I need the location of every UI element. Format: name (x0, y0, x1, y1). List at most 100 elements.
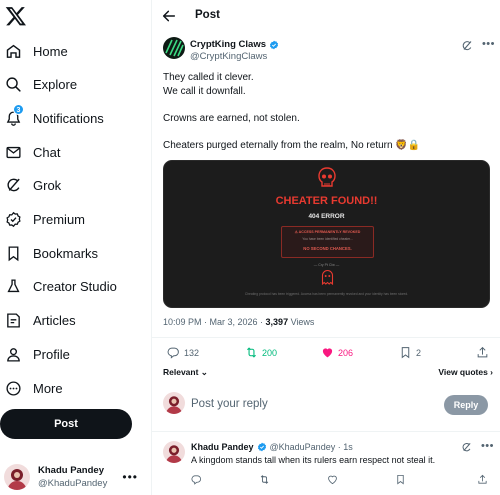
notification-badge: 3 (13, 104, 24, 115)
grok-icon[interactable] (461, 442, 472, 453)
media-box-line: You have been identified cheater... (302, 237, 353, 241)
share-icon[interactable] (477, 474, 488, 485)
sidebar-item-home[interactable]: Home (0, 36, 140, 66)
header: Post (152, 0, 500, 34)
tweet-timestamp[interactable]: 10:09 PM · Mar 3, 2026 · (163, 317, 266, 327)
reply-composer: Reply (163, 392, 494, 418)
tweet-actions: 132 200 206 2 (163, 346, 494, 362)
reply-text: A kingdom stands tall when its rulers ea… (191, 455, 436, 465)
home-icon (2, 40, 24, 62)
bookmark-icon[interactable] (395, 474, 406, 485)
reply-icon[interactable] (191, 474, 202, 485)
account-name: Khadu Pandey (38, 465, 104, 476)
sidebar-item-premium[interactable]: Premium (0, 204, 140, 234)
sidebar: Home Explore 3 Notifications Chat Grok P… (0, 0, 150, 495)
like-button[interactable]: 206 (321, 346, 353, 359)
sidebar-item-label: Profile (33, 346, 70, 362)
search-icon (2, 73, 24, 95)
post-button[interactable]: Post (0, 409, 132, 439)
author-name: CryptKing Claws (190, 39, 267, 50)
reply-input[interactable] (191, 395, 421, 413)
bell-icon: 3 (2, 104, 24, 129)
verified-badge-icon (269, 40, 279, 49)
sidebar-item-profile[interactable]: Profile (0, 339, 140, 369)
tweet-meta: 10:09 PM · Mar 3, 2026 · 3,397 Views (163, 317, 314, 327)
grok-icon[interactable] (461, 40, 473, 52)
tweet-paragraph: They called it clever. We call it downfa… (163, 72, 254, 97)
sidebar-item-label: Articles (33, 312, 76, 328)
ghost-icon (321, 270, 334, 285)
reply-tweet[interactable]: Khadu Pandey @KhaduPandey · 1s ••• A kin… (163, 440, 494, 495)
media-box-line: ⚠ ACCESS PERMANENTLY REVOKED (294, 230, 361, 234)
more-options-icon[interactable]: ••• (481, 440, 494, 452)
media-warning-box: ⚠ ACCESS PERMANENTLY REVOKED You have be… (281, 226, 374, 258)
media-error-code: 404 ERROR (308, 213, 345, 220)
x-logo-icon[interactable] (5, 5, 27, 27)
views-count: 3,397 (265, 317, 289, 327)
sidebar-item-label: More (33, 380, 63, 396)
views-label: Views (288, 317, 315, 327)
account-handle: @KhaduPandey (38, 478, 108, 489)
author-name-row[interactable]: CryptKing Claws (190, 39, 279, 50)
post-detail: Post CryptKing Claws @CryptKingClaws •••… (151, 0, 500, 495)
bookmark-button[interactable]: 2 (399, 346, 421, 359)
more-options-icon[interactable]: ••• (482, 38, 495, 50)
mail-icon (2, 141, 24, 163)
sidebar-item-label: Grok (33, 177, 62, 193)
divider (152, 431, 500, 432)
avatar[interactable] (163, 37, 185, 59)
grok-icon (2, 174, 24, 196)
heart-icon (322, 348, 333, 358)
share-button[interactable] (476, 346, 489, 359)
reply-author-name[interactable]: Khadu Pandey (191, 442, 254, 452)
repost-icon (247, 347, 256, 358)
sidebar-item-more[interactable]: More (0, 373, 140, 403)
like-count: 206 (338, 347, 354, 358)
reply-author-handle: @KhaduPandey · 1s (269, 442, 353, 452)
bookmark-count: 2 (416, 347, 422, 358)
replies-sort-dropdown[interactable]: Relevant ⌄ (163, 367, 208, 378)
reply-submit-button[interactable]: Reply (444, 395, 488, 415)
tweet-author: CryptKing Claws @CryptKingClaws ••• (163, 37, 495, 63)
sidebar-item-label: Creator Studio (33, 278, 117, 294)
sidebar-item-label: Premium (33, 211, 86, 227)
media-box-line: NO SECOND CHANCES. (303, 246, 352, 251)
tweet-text: They called it clever. We call it downfa… (163, 71, 488, 166)
account-switcher[interactable]: Khadu Pandey @KhaduPandey ••• (4, 462, 144, 492)
sidebar-item-label: Home (33, 43, 68, 59)
sidebar-item-label: Explore (33, 76, 78, 92)
sidebar-item-articles[interactable]: Articles (0, 305, 140, 335)
sidebar-item-label: Bookmarks (33, 245, 99, 261)
avatar (163, 392, 185, 414)
author-handle: @CryptKingClaws (190, 51, 268, 62)
bookmark-icon (2, 242, 24, 264)
tweet-image[interactable]: CHEATER FOUND!! 404 ERROR ⚠ ACCESS PERMA… (163, 160, 490, 308)
sidebar-item-chat[interactable]: Chat (0, 137, 140, 167)
verified-icon (2, 208, 24, 230)
sidebar-item-creator-studio[interactable]: Creator Studio (0, 271, 140, 301)
sidebar-item-grok[interactable]: Grok (0, 170, 140, 200)
back-arrow-icon[interactable] (161, 8, 177, 24)
reply-button[interactable]: 132 (167, 346, 199, 359)
sidebar-item-explore[interactable]: Explore (0, 69, 140, 99)
sidebar-item-label: Chat (33, 144, 61, 160)
sidebar-item-bookmarks[interactable]: Bookmarks (0, 238, 140, 268)
reply-actions (191, 474, 491, 486)
repost-icon[interactable] (259, 474, 270, 485)
skull-icon (318, 167, 336, 187)
avatar (4, 464, 30, 490)
view-quotes-link[interactable]: View quotes › (438, 367, 493, 377)
more-circle-icon (2, 377, 24, 399)
repost-count: 200 (262, 347, 278, 358)
heart-icon[interactable] (327, 474, 338, 485)
verified-badge-icon (257, 442, 266, 452)
page-title: Post (195, 9, 220, 21)
article-icon (2, 309, 24, 331)
reply-author-row: Khadu Pandey @KhaduPandey · 1s (191, 442, 353, 452)
sidebar-item-notifications[interactable]: 3 Notifications (0, 103, 140, 133)
avatar[interactable] (163, 441, 185, 463)
repost-button[interactable]: 200 (245, 346, 277, 359)
flask-icon (2, 275, 24, 297)
reply-count: 132 (184, 347, 200, 358)
tweet-paragraph: Crowns are earned, not stolen. (163, 113, 300, 124)
